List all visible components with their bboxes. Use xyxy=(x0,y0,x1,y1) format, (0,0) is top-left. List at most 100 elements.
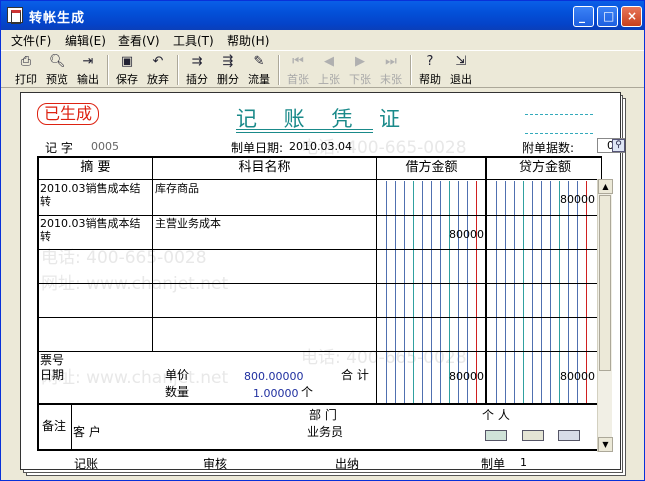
header-account: 科目名称 xyxy=(153,158,377,180)
row-divider xyxy=(39,351,603,352)
remarks-label: 备注 xyxy=(42,419,67,433)
export-button[interactable]: ⇥ 输出 xyxy=(73,53,103,87)
department-label: 部 门 xyxy=(309,408,337,422)
title-underline xyxy=(236,129,373,130)
prev-icon: ◀ xyxy=(324,54,334,69)
close-button[interactable]: × xyxy=(621,6,642,27)
application-window: 转帐生成 _ □ × 文件(F) 编辑(E) 查看(V) 工具(T) 帮助(H)… xyxy=(0,0,645,481)
quantity-label: 数量 xyxy=(165,385,190,399)
column-divider xyxy=(152,180,153,352)
unit-price-label: 单价 xyxy=(165,368,190,382)
decorative-dash xyxy=(525,114,593,115)
row-divider xyxy=(39,283,603,284)
menu-help[interactable]: 帮助(H) xyxy=(227,32,269,49)
first-icon: ⏮ xyxy=(292,54,304,69)
prev-voucher-button[interactable]: ◀ 上张 xyxy=(314,53,344,87)
customer-label: 客 户 xyxy=(73,425,101,439)
export-icon: ⇥ xyxy=(82,54,94,69)
insert-row-icon: ⇉ xyxy=(191,54,203,69)
toolbar: ⎙ 打印 🔍︎ 预览 ⇥ 输出 ▣ 保存 ↶ 放弃 ⇉ 插分 ⇶ 删分 ✎ 流量 ⏮ 首张 ◀ 上张… xyxy=(1,50,644,88)
delete-row-icon: ⇶ xyxy=(222,54,234,69)
toolbar-separator xyxy=(177,55,179,85)
vertical-scrollbar[interactable]: ▲ ▼ xyxy=(597,179,613,452)
unit-price-value[interactable]: 800.00000 xyxy=(244,370,304,383)
title-underline xyxy=(236,132,373,133)
row-divider xyxy=(39,317,603,318)
last-icon: ⏭ xyxy=(385,54,397,69)
card-icon[interactable] xyxy=(485,430,507,441)
save-icon: ▣ xyxy=(120,54,134,69)
total-label: 合 计 xyxy=(341,368,369,382)
save-button[interactable]: ▣ 保存 xyxy=(112,53,142,87)
row1-account[interactable]: 库存商品 xyxy=(155,182,373,195)
exit-button[interactable]: ⇲ 退出 xyxy=(446,53,476,87)
scroll-thumb[interactable] xyxy=(599,195,611,371)
ticket-label: 票号 xyxy=(40,353,65,367)
decorative-dash xyxy=(525,133,593,134)
help-icon: ? xyxy=(426,54,434,69)
title-bar[interactable]: 转帐生成 _ □ × xyxy=(1,1,644,30)
print-button[interactable]: ⎙ 打印 xyxy=(11,53,41,87)
voucher-entry-table: 摘 要 科目名称 借方金额 贷方金额 2010.03销售成本结转 库存商品 80… xyxy=(37,156,603,451)
insert-entry-button[interactable]: ⇉ 插分 xyxy=(182,53,212,87)
list-icon[interactable] xyxy=(522,430,544,441)
menu-file[interactable]: 文件(F) xyxy=(11,32,51,49)
menu-tools[interactable]: 工具(T) xyxy=(173,32,214,49)
window-title: 转帐生成 xyxy=(29,11,86,26)
menu-edit[interactable]: 编辑(E) xyxy=(65,32,106,49)
next-voucher-button[interactable]: ▶ 下张 xyxy=(345,53,375,87)
delete-entry-button[interactable]: ⇶ 删分 xyxy=(213,53,243,87)
undo-icon: ↶ xyxy=(152,54,164,69)
minimize-button[interactable]: _ xyxy=(573,6,594,27)
scroll-up-icon[interactable]: ▲ xyxy=(598,179,613,194)
row-divider xyxy=(39,215,603,216)
total-credit: 80000 xyxy=(560,370,595,383)
cash-flow-button[interactable]: ✎ 流量 xyxy=(244,53,274,87)
header-summary: 摘 要 xyxy=(39,158,153,180)
row-divider xyxy=(39,403,603,405)
last-voucher-button[interactable]: ⏭ 末张 xyxy=(376,53,406,87)
close-icon: × xyxy=(627,9,638,23)
ticket-date-label: 日期 xyxy=(40,368,65,382)
exit-icon: ⇲ xyxy=(455,54,467,69)
voucher-sheet: 电话: 400-665-0028 电话: 400-665-0028 网址: ww… xyxy=(20,92,625,471)
scroll-down-icon[interactable]: ▼ xyxy=(598,437,613,452)
maximize-icon: □ xyxy=(603,9,615,23)
voucher-number[interactable]: 0005 xyxy=(91,140,119,153)
discard-button[interactable]: ↶ 放弃 xyxy=(143,53,173,87)
help-button[interactable]: ? 帮助 xyxy=(415,53,445,87)
preview-button[interactable]: 🔍︎ 预览 xyxy=(42,53,72,87)
voucher-date-label: 制单日期: xyxy=(231,141,284,155)
header-debit: 借方金额 xyxy=(377,158,487,180)
attachments-label: 附单据数: xyxy=(522,141,575,155)
quantity-unit: 个 xyxy=(301,385,314,399)
row-divider xyxy=(39,249,603,250)
person-label: 个 人 xyxy=(482,408,510,422)
toolbar-separator xyxy=(278,55,280,85)
pen-icon: ✎ xyxy=(253,54,265,69)
row2-account[interactable]: 主营业务成本 xyxy=(155,217,373,230)
maker-label: 制单 xyxy=(481,457,506,471)
first-voucher-button[interactable]: ⏮ 首张 xyxy=(283,53,313,87)
menu-bar: 文件(F) 编辑(E) 查看(V) 工具(T) 帮助(H) xyxy=(1,30,644,49)
row1-summary[interactable]: 2010.03销售成本结转 xyxy=(40,182,150,208)
row2-summary[interactable]: 2010.03销售成本结转 xyxy=(40,217,150,243)
app-icon xyxy=(7,7,23,24)
quantity-value[interactable]: 1.00000 xyxy=(253,387,299,400)
row2-debit[interactable]: 80000 xyxy=(377,228,484,241)
magnifier-icon[interactable]: ⚲ xyxy=(612,139,625,152)
total-debit: 80000 xyxy=(449,370,484,383)
bookkeeper-label: 记账 xyxy=(74,457,99,471)
preview-icon: 🔍︎ xyxy=(49,54,66,69)
row1-credit[interactable]: 80000 xyxy=(487,193,595,206)
header-credit: 贷方金额 xyxy=(487,158,603,180)
salesman-label: 业务员 xyxy=(307,425,344,439)
printer-icon: ⎙ xyxy=(20,54,32,69)
generated-stamp: 已生成 xyxy=(37,103,99,125)
edit-icon[interactable] xyxy=(558,430,580,441)
menu-view[interactable]: 查看(V) xyxy=(118,32,160,49)
voucher-date[interactable]: 2010.03.04 xyxy=(289,140,352,153)
minimize-icon: _ xyxy=(579,9,585,23)
maximize-button[interactable]: □ xyxy=(597,6,618,27)
column-divider xyxy=(71,404,72,451)
